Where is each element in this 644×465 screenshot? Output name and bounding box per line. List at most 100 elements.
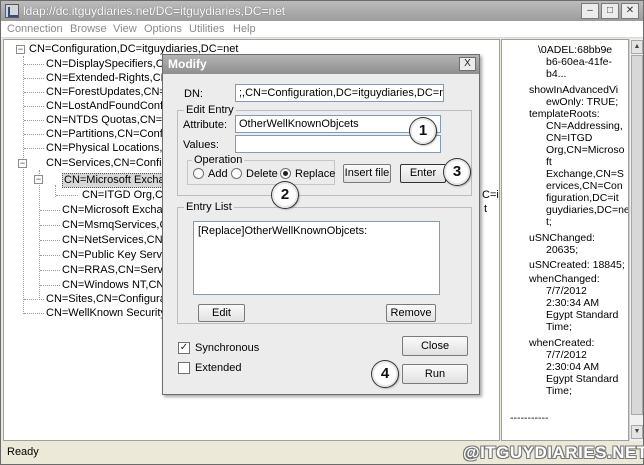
dn-label: DN: bbox=[184, 88, 203, 100]
tree-node-label: CN=Windows NT,CN=S bbox=[62, 279, 179, 291]
callout-2: 2 bbox=[272, 182, 298, 208]
menu-bar: Connection Browse View Options Utilities… bbox=[1, 21, 643, 38]
tree-node-label: CN=ForestUpdates,CN=Co bbox=[46, 86, 180, 98]
callout-4: 4 bbox=[372, 361, 398, 387]
values-field[interactable] bbox=[235, 135, 441, 153]
insert-file-button[interactable]: Insert file bbox=[343, 164, 391, 183]
detail-line: Egypt Standard bbox=[546, 373, 619, 385]
modify-dialog: Modify X DN: ;,CN=Configuration,DC=itguy… bbox=[162, 54, 480, 395]
detail-line: 2:30:04 AM bbox=[546, 361, 600, 373]
tree-overflow-text: t bbox=[484, 203, 488, 215]
operation-title: Operation bbox=[192, 154, 245, 166]
maximize-button[interactable]: □ bbox=[601, 3, 619, 19]
detail-line: \0ADEL:68bb9e bbox=[538, 44, 613, 56]
radio-replace[interactable] bbox=[280, 168, 291, 179]
status-text: Ready bbox=[7, 446, 39, 458]
tree-node-label: CN=WellKnown Security Pr bbox=[46, 307, 180, 319]
detail-line: 7/7/2012 bbox=[546, 349, 587, 361]
tree-node-label: CN=NetServices,CN=S bbox=[62, 234, 177, 246]
detail-line: Time; bbox=[546, 321, 572, 333]
minimize-button[interactable]: ‒ bbox=[581, 3, 599, 19]
detail-pane[interactable]: \0ADEL:68bb9e b6-60ea-41fe- b4... showIn… bbox=[501, 39, 629, 441]
detail-line: ft bbox=[546, 156, 552, 168]
callout-3: 3 bbox=[444, 159, 470, 185]
extended-label: Extended bbox=[195, 362, 242, 374]
detail-separator: ----------- bbox=[510, 412, 549, 424]
collapse-icon[interactable]: − bbox=[18, 159, 27, 168]
detail-line: CN=Addressing, bbox=[546, 120, 623, 132]
collapse-icon[interactable]: − bbox=[34, 175, 43, 184]
detail-line: whenChanged: bbox=[529, 273, 600, 285]
detail-line: Time; bbox=[546, 385, 572, 397]
tree-node-label: CN=Partitions,CN=Configu bbox=[46, 128, 178, 140]
detail-line: uSNCreated: 18845; bbox=[529, 259, 625, 271]
collapse-icon[interactable]: − bbox=[16, 45, 25, 54]
main-window: ldap://dc.itguydiaries.net/DC=itguydiari… bbox=[0, 0, 644, 465]
tree-node-label: CN=RRAS,CN=Service bbox=[62, 264, 177, 276]
extended-checkbox[interactable] bbox=[178, 362, 190, 374]
edit-entry-title: Edit Entry bbox=[184, 104, 236, 116]
menu-connection[interactable]: Connection bbox=[7, 23, 63, 35]
watermark: @ITGUYDIARIES.NET bbox=[463, 443, 644, 462]
attribute-label: Attribute: bbox=[183, 119, 228, 131]
enter-button[interactable]: Enter bbox=[400, 164, 446, 183]
close-dialog-button[interactable]: Close bbox=[402, 336, 468, 356]
detail-line: showInAdvancedVi bbox=[529, 84, 619, 96]
vertical-scrollbar[interactable]: ▲ ▼ bbox=[629, 39, 643, 441]
values-label: Values: bbox=[183, 139, 219, 151]
detail-line: ewOnly: TRUE; bbox=[546, 96, 619, 108]
close-button[interactable]: ✕ bbox=[621, 3, 639, 19]
tree-node-label: CN=Public Key Service bbox=[62, 249, 177, 261]
dn-field[interactable]: ;,CN=Configuration,DC=itguydiaries,DC=ne… bbox=[235, 84, 444, 102]
tree-overflow-text: C=i bbox=[482, 189, 499, 201]
tree-node-label: CN=Services,CN=Configur bbox=[46, 157, 178, 169]
menu-help[interactable]: Help bbox=[233, 23, 256, 35]
synchronous-checkbox[interactable]: ✓ bbox=[178, 342, 190, 354]
entry-list-title: Entry List bbox=[184, 201, 234, 213]
tree-connector bbox=[39, 170, 40, 300]
app-icon bbox=[5, 4, 19, 18]
scroll-thumb[interactable] bbox=[631, 55, 643, 415]
radio-delete-label: Delete bbox=[246, 168, 278, 180]
detail-line: Org,CN=Microso bbox=[546, 144, 625, 156]
entry-listbox[interactable]: [Replace]OtherWellKnownObjcets: bbox=[193, 221, 440, 295]
edit-button[interactable]: Edit bbox=[198, 304, 245, 322]
detail-line: b6-60ea-41fe- bbox=[546, 56, 612, 68]
title-bar: ldap://dc.itguydiaries.net/DC=itguydiari… bbox=[1, 1, 643, 21]
detail-line: b4... bbox=[546, 68, 567, 80]
radio-add[interactable] bbox=[193, 168, 204, 179]
detail-line: Egypt Standard bbox=[546, 309, 619, 321]
radio-add-label: Add bbox=[208, 168, 228, 180]
tree-connector bbox=[23, 56, 24, 314]
detail-line: 7/7/2012 bbox=[546, 285, 587, 297]
detail-line: ervices,CN=Con bbox=[546, 180, 623, 192]
remove-button[interactable]: Remove bbox=[386, 304, 436, 322]
detail-line: CN=ITGD bbox=[546, 132, 593, 144]
run-button[interactable]: Run bbox=[402, 364, 468, 384]
dialog-close-button[interactable]: X bbox=[459, 57, 476, 71]
tree-node-label: CN=Physical Locations,CN bbox=[46, 142, 179, 154]
detail-line: Exchange,CN=S bbox=[546, 168, 624, 180]
callout-1: 1 bbox=[410, 118, 436, 144]
scroll-down-icon[interactable]: ▼ bbox=[631, 425, 643, 439]
menu-utilities[interactable]: Utilities bbox=[189, 23, 224, 35]
synchronous-label: Synchronous bbox=[195, 342, 260, 354]
menu-browse[interactable]: Browse bbox=[70, 23, 107, 35]
detail-line: uSNChanged: bbox=[529, 232, 595, 244]
menu-view[interactable]: View bbox=[113, 23, 137, 35]
dialog-title: Modify bbox=[168, 57, 207, 71]
dialog-title-bar: Modify X bbox=[163, 55, 479, 74]
detail-line: figuration,DC=it bbox=[546, 192, 619, 204]
detail-line: 2:30:34 AM bbox=[546, 297, 600, 309]
detail-line: templateRoots: bbox=[529, 108, 600, 120]
radio-delete[interactable] bbox=[231, 168, 242, 179]
entry-list-item[interactable]: [Replace]OtherWellKnownObjcets: bbox=[198, 225, 367, 237]
window-title: ldap://dc.itguydiaries.net/DC=itguydiari… bbox=[23, 4, 286, 18]
menu-options[interactable]: Options bbox=[144, 23, 182, 35]
detail-line: t; bbox=[546, 216, 552, 228]
tree-node-label: CN=Microsoft Exchang bbox=[62, 204, 175, 216]
scroll-up-icon[interactable]: ▲ bbox=[631, 40, 643, 54]
detail-line: 20635; bbox=[546, 244, 579, 256]
detail-line: guydiaries,DC=ne bbox=[546, 204, 629, 216]
radio-replace-label: Replace bbox=[295, 168, 336, 180]
